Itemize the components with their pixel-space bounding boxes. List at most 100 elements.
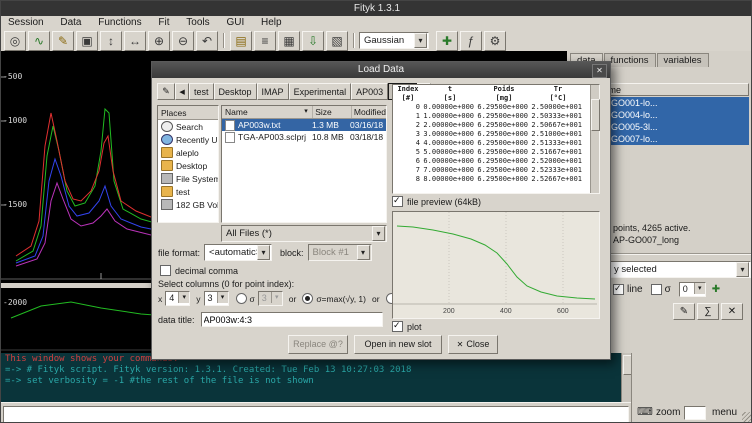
- file-preview-table[interactable]: Index t Poids Tr [#] [s] [mg] [°C] 0 0.0…: [392, 84, 600, 194]
- previous-zoom-icon[interactable]: ↶: [196, 31, 218, 51]
- activate-data-mode-icon[interactable]: ✎: [52, 31, 74, 51]
- path-crumb-test[interactable]: test: [189, 83, 214, 100]
- preview-unit: [s]: [423, 94, 477, 103]
- dialog-close-icon[interactable]: ✕: [592, 64, 607, 78]
- dialog-buttons: Replace @? Open in new slot ✕ Close: [288, 335, 498, 353]
- path-crumb-ap003[interactable]: AP003: [351, 83, 388, 100]
- cell: 0: [393, 103, 423, 112]
- menu-session[interactable]: Session: [1, 16, 51, 30]
- menu-fit[interactable]: Fit: [151, 16, 176, 30]
- menu-functions[interactable]: Functions: [91, 16, 148, 30]
- menu-data[interactable]: Data: [53, 16, 88, 30]
- fit-icon[interactable]: ƒ: [460, 31, 482, 51]
- tab-functions[interactable]: functions: [604, 53, 656, 67]
- zoom-mode-icon[interactable]: ◎: [4, 31, 26, 51]
- column-name[interactable]: Name: [222, 106, 304, 118]
- place-home[interactable]: aleplo: [158, 146, 218, 159]
- sum-icon[interactable]: ∑: [697, 303, 719, 320]
- sigma-max-radio[interactable]: [302, 293, 313, 304]
- sort-indicator-icon[interactable]: ▾: [304, 106, 312, 118]
- x-column-spinner[interactable]: 4: [165, 291, 190, 306]
- file-row[interactable]: AP003w.txt 1.3 MB 03/16/18: [222, 119, 386, 131]
- function-type-select[interactable]: Gaussian: [359, 32, 429, 49]
- place-volume[interactable]: 182 GB Vol...: [158, 198, 218, 211]
- type-location-icon[interactable]: ✎: [157, 83, 175, 100]
- y-column-spinner[interactable]: 3: [204, 291, 229, 306]
- or-label: or: [289, 294, 297, 304]
- path-crumb-imap[interactable]: IMAP: [257, 83, 289, 100]
- console-scrollbar-thumb[interactable]: [623, 355, 631, 375]
- open-in-new-slot-button[interactable]: Open in new slot: [354, 335, 442, 354]
- preview-col-poids: Poids: [477, 85, 531, 94]
- cell: 2.51333e+001: [531, 139, 585, 148]
- load-data-icon[interactable]: ⇩: [302, 31, 324, 51]
- zoom-out-icon[interactable]: ⊖: [172, 31, 194, 51]
- line-checkbox[interactable]: [613, 284, 624, 295]
- file-filter-select[interactable]: All Files (*): [221, 225, 387, 242]
- zoom-all-icon[interactable]: ▣: [76, 31, 98, 51]
- menu-help[interactable]: Help: [254, 16, 289, 30]
- cell: 0.00000e+000: [423, 103, 477, 112]
- place-search[interactable]: Search: [158, 120, 218, 133]
- column-size[interactable]: Size: [312, 106, 351, 118]
- place-label: Recently U...: [176, 135, 218, 145]
- place-test[interactable]: test: [158, 185, 218, 198]
- decimal-comma-checkbox[interactable]: [160, 265, 171, 276]
- sigma-checkbox[interactable]: [651, 284, 662, 295]
- file-preview-checkbox[interactable]: [392, 196, 403, 207]
- plot-checkbox[interactable]: [392, 321, 403, 332]
- zoom-value-box[interactable]: [684, 406, 706, 420]
- zoom-vertical-icon[interactable]: ↕: [100, 31, 122, 51]
- place-recently-used[interactable]: Recently U...: [158, 133, 218, 146]
- sigma-column-radio[interactable]: [236, 293, 247, 304]
- delete-icon[interactable]: ✕: [721, 303, 743, 320]
- add-function-icon[interactable]: ✚: [436, 31, 458, 51]
- add-peak-mode-icon[interactable]: ∿: [28, 31, 50, 51]
- menu-button[interactable]: menu: [712, 407, 737, 418]
- preview-scrollbar[interactable]: [590, 85, 599, 193]
- replace-button[interactable]: Replace @?: [288, 335, 348, 354]
- command-input[interactable]: [3, 406, 629, 423]
- file-format-select[interactable]: <automatic>: [204, 244, 272, 261]
- resize-grip[interactable]: [742, 412, 752, 423]
- open-session-icon[interactable]: ▤: [230, 31, 252, 51]
- point-size-spinner[interactable]: 0: [679, 282, 706, 297]
- cell: 6.29500e+000: [477, 139, 531, 148]
- path-back-icon[interactable]: ◀: [175, 83, 189, 100]
- dialog-titlebar[interactable]: Load Data: [152, 62, 610, 78]
- preview-plot[interactable]: 200 400 600: [392, 211, 600, 319]
- zoom-in-icon[interactable]: ⊕: [148, 31, 170, 51]
- dataset-filter-select[interactable]: y selected: [609, 261, 751, 278]
- cell: 5: [393, 148, 423, 157]
- cell: 2.52000e+001: [531, 157, 585, 166]
- zoom-label: zoom: [656, 407, 680, 418]
- menu-tools[interactable]: Tools: [179, 16, 216, 30]
- file-row[interactable]: TGA-AP003.sclprj 10.8 MB 03/18/18: [222, 131, 386, 143]
- window-titlebar[interactable]: Fityk 1.3.1: [1, 1, 752, 16]
- block-select[interactable]: Block #1: [308, 244, 372, 261]
- menu-gui[interactable]: GUI: [219, 16, 251, 30]
- keyboard-icon[interactable]: ⌨: [637, 405, 653, 418]
- close-button[interactable]: ✕ Close: [448, 335, 498, 354]
- path-crumb-desktop[interactable]: Desktop: [214, 83, 257, 100]
- data-title-row: data title:: [158, 312, 383, 327]
- execute-script-icon[interactable]: ≡: [254, 31, 276, 51]
- preview-col-index: Index: [393, 85, 423, 94]
- console-scrollbar[interactable]: [621, 353, 631, 402]
- data-title-input[interactable]: [201, 312, 383, 327]
- zoom-horizontal-icon[interactable]: ↔: [124, 31, 146, 51]
- save-session-icon[interactable]: ▦: [278, 31, 300, 51]
- path-crumb-experimental[interactable]: Experimental: [289, 83, 352, 100]
- add-icon[interactable]: ✚: [712, 284, 720, 295]
- preview-scrollbar-thumb[interactable]: [591, 99, 600, 131]
- column-modified[interactable]: Modified: [351, 106, 386, 118]
- place-desktop[interactable]: Desktop: [158, 159, 218, 172]
- tab-variables[interactable]: variables: [657, 53, 709, 67]
- sigma-column-spinner[interactable]: 3: [258, 291, 283, 306]
- file-name: TGA-AP003.sclprj: [238, 132, 312, 142]
- folder-icon: [161, 186, 173, 197]
- data-table-icon[interactable]: ▧: [326, 31, 348, 51]
- fit-settings-icon[interactable]: ⚙: [484, 31, 506, 51]
- edit-icon[interactable]: ✎: [673, 303, 695, 320]
- place-file-system[interactable]: File System: [158, 172, 218, 185]
